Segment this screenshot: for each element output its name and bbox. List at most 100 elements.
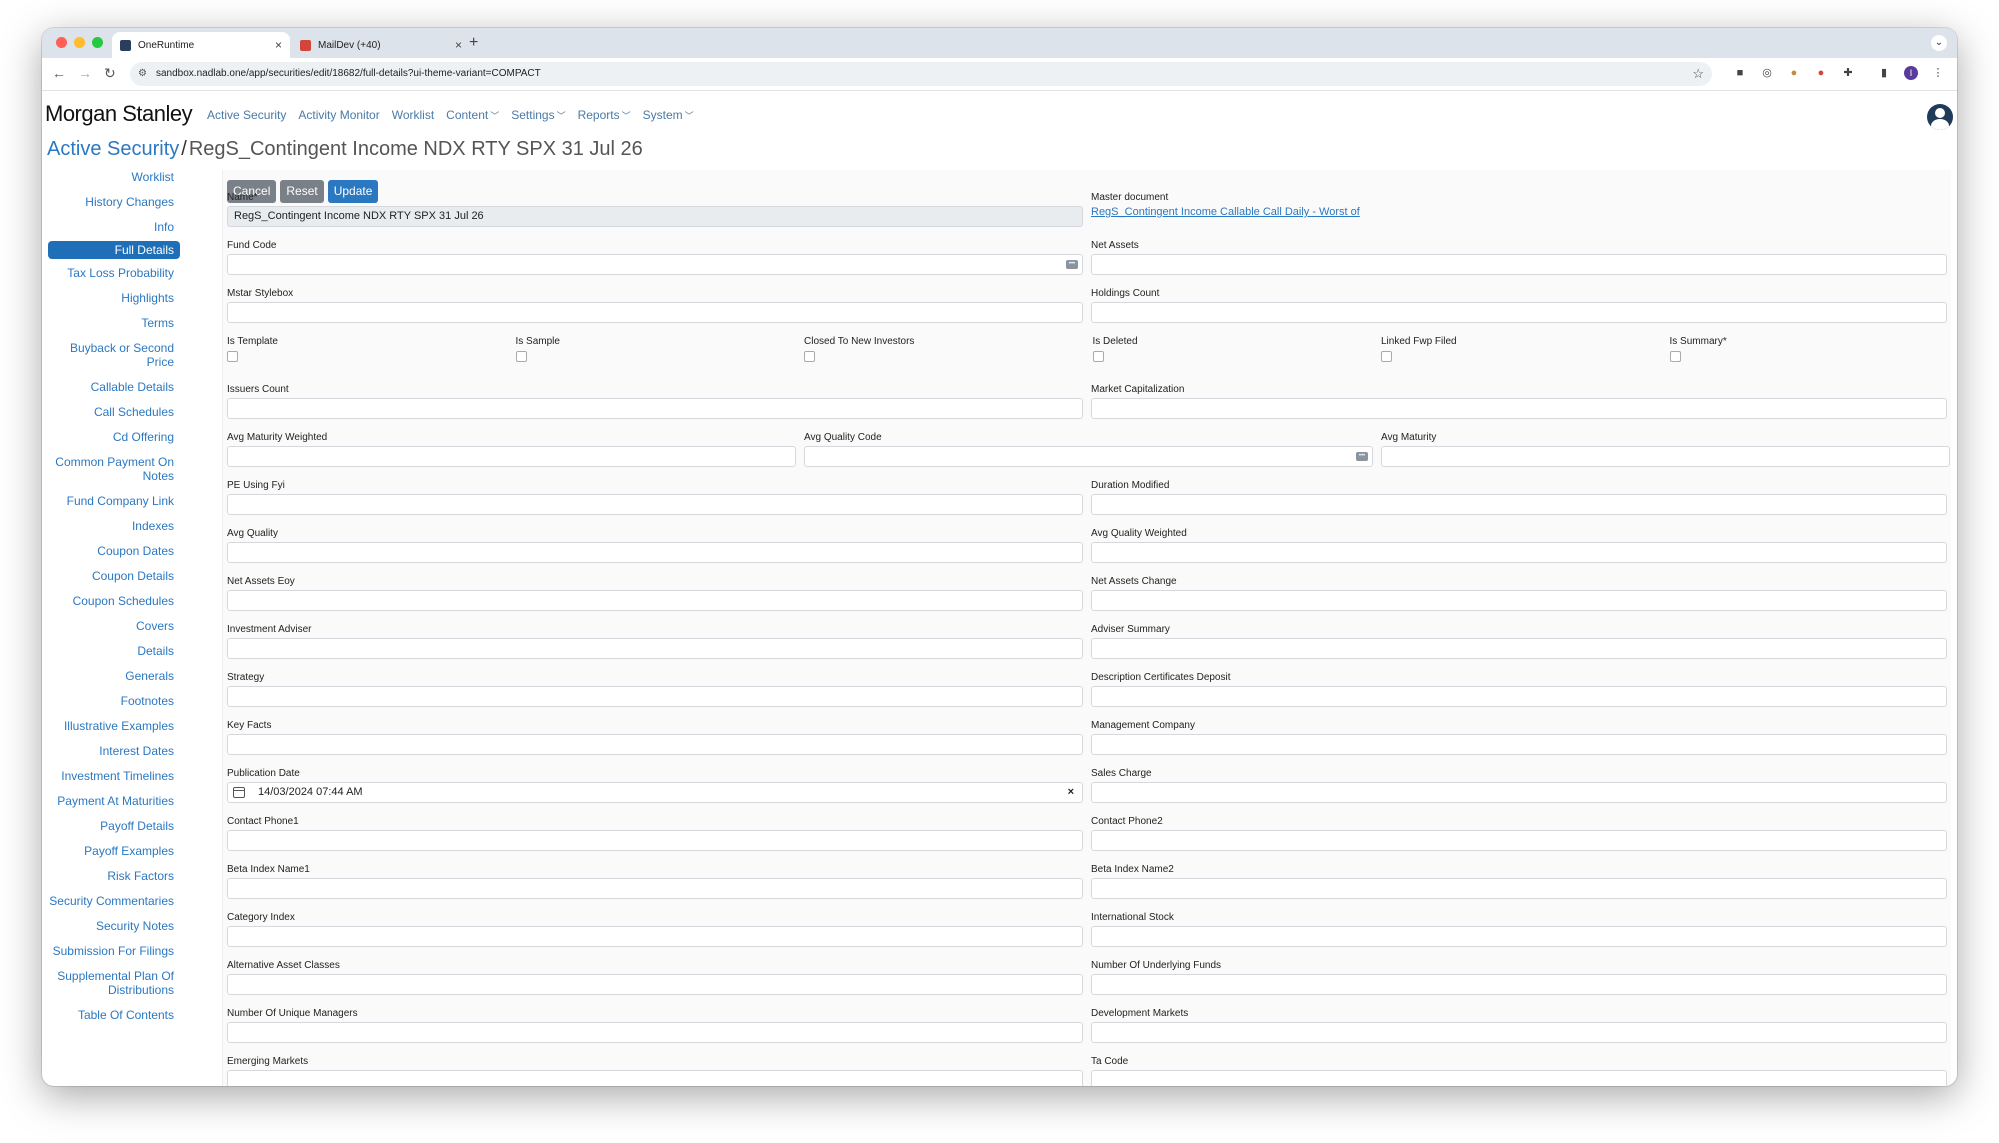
lookup-ellipsis-icon[interactable]: ••• <box>1356 452 1368 461</box>
clear-date-icon[interactable]: × <box>1068 783 1074 802</box>
sidebar-item-security-commentaries[interactable]: Security Commentaries <box>48 894 180 908</box>
is-summary-checkbox[interactable] <box>1669 351 1681 362</box>
extension-circle-icon[interactable]: ◎ <box>1760 66 1774 80</box>
avg-quality-weighted-input[interactable] <box>1091 542 1947 563</box>
avg-quality-input[interactable] <box>227 542 1083 563</box>
net-assets-change-input[interactable] <box>1091 590 1947 611</box>
breadcrumb-active-security[interactable]: Active Security <box>47 138 179 160</box>
strategy-input[interactable] <box>227 686 1083 707</box>
sidebar-item-history-changes[interactable]: History Changes <box>48 195 180 209</box>
duration-modified-input[interactable] <box>1091 494 1947 515</box>
net-assets-eoy-input[interactable] <box>227 590 1083 611</box>
emerging-markets-input[interactable] <box>227 1070 1083 1086</box>
user-avatar-icon[interactable] <box>1927 104 1953 130</box>
browser-menu-icon[interactable]: ⋮ <box>1931 66 1945 80</box>
number-of-underlying-funds-input[interactable] <box>1091 974 1947 995</box>
maximize-window-button[interactable] <box>92 37 103 48</box>
menu-item-worklist[interactable]: Worklist <box>392 108 434 122</box>
profile-avatar-icon[interactable]: I <box>1904 66 1918 80</box>
sidebar-item-fund-company-link[interactable]: Fund Company Link <box>48 494 180 508</box>
sidebar-item-worklist[interactable]: Worklist <box>48 170 180 184</box>
sidebar-item-supplemental-plan-of-distributions[interactable]: Supplemental Plan Of Distributions <box>48 969 180 997</box>
menu-item-active-security[interactable]: Active Security <box>207 108 286 122</box>
menu-item-content[interactable]: Content ﹀ <box>446 108 499 122</box>
close-window-button[interactable] <box>56 37 67 48</box>
reload-icon[interactable]: ↻ <box>104 65 116 82</box>
sidebar-item-coupon-dates[interactable]: Coupon Dates <box>48 544 180 558</box>
contact-phone2-input[interactable] <box>1091 830 1947 851</box>
sidebar-item-interest-dates[interactable]: Interest Dates <box>48 744 180 758</box>
sidebar-item-submission-for-filings[interactable]: Submission For Filings <box>48 944 180 958</box>
beta-index-name1-input[interactable] <box>227 878 1083 899</box>
sidebar-item-cd-offering[interactable]: Cd Offering <box>48 430 180 444</box>
closed-to-new-investors-checkbox[interactable] <box>804 351 815 362</box>
new-tab-icon[interactable]: + <box>469 34 478 52</box>
lookup-ellipsis-icon[interactable]: ••• <box>1066 260 1078 269</box>
sidebar-item-callable-details[interactable]: Callable Details <box>48 380 180 394</box>
calendar-icon[interactable] <box>233 787 245 798</box>
avg-maturity-input[interactable] <box>1381 446 1950 467</box>
back-arrow-icon[interactable]: ← <box>52 65 66 81</box>
issuers-count-input[interactable] <box>227 398 1083 419</box>
menu-item-system[interactable]: System ﹀ <box>643 108 694 122</box>
is-sample-checkbox[interactable] <box>515 351 527 362</box>
sidebar-item-table-of-contents[interactable]: Table Of Contents <box>48 1008 180 1022</box>
sidebar-item-generals[interactable]: Generals <box>48 669 180 683</box>
side-panel-icon[interactable]: ▮ <box>1877 66 1891 80</box>
bookmark-star-icon[interactable]: ☆ <box>1692 62 1704 86</box>
beta-index-name2-input[interactable] <box>1091 878 1947 899</box>
sidebar-item-payment-at-maturities[interactable]: Payment At Maturities <box>48 794 180 808</box>
sidebar-item-payoff-details[interactable]: Payoff Details <box>48 819 180 833</box>
browser-tab-oneruntime[interactable]: OneRuntime × <box>112 32 290 58</box>
ta-code-input[interactable] <box>1091 1070 1947 1086</box>
publication-date-input[interactable]: 14/03/2024 07:44 AM × <box>227 782 1083 803</box>
sidebar-item-coupon-details[interactable]: Coupon Details <box>48 569 180 583</box>
forward-arrow-icon[interactable]: → <box>78 65 92 81</box>
master-document-link[interactable]: RegS_Contingent Income Callable Call Dai… <box>1091 206 1947 218</box>
sidebar-item-security-notes[interactable]: Security Notes <box>48 919 180 933</box>
extension-fox-icon[interactable]: ● <box>1787 66 1801 80</box>
minimize-window-button[interactable] <box>74 37 85 48</box>
is-deleted-checkbox[interactable] <box>1092 351 1104 362</box>
holdings-count-input[interactable] <box>1091 302 1947 323</box>
sidebar-item-payoff-examples[interactable]: Payoff Examples <box>48 844 180 858</box>
sidebar-item-full-details[interactable]: Full Details <box>48 241 180 259</box>
avg-maturity-weighted-input[interactable] <box>227 446 796 467</box>
brand-logo[interactable]: Morgan Stanley <box>45 101 193 127</box>
sidebar-item-common-payment-on-notes[interactable]: Common Payment On Notes <box>48 455 180 483</box>
fund-code-input[interactable]: ••• <box>227 254 1083 275</box>
sidebar-item-coupon-schedules[interactable]: Coupon Schedules <box>48 594 180 608</box>
pe-using-fyi-input[interactable] <box>227 494 1083 515</box>
category-index-input[interactable] <box>227 926 1083 947</box>
net-assets-input[interactable] <box>1091 254 1947 275</box>
sidebar-item-indexes[interactable]: Indexes <box>48 519 180 533</box>
sidebar-item-footnotes[interactable]: Footnotes <box>48 694 180 708</box>
key-facts-input[interactable] <box>227 734 1083 755</box>
avg-quality-code-input[interactable]: ••• <box>804 446 1373 467</box>
close-tab-icon[interactable]: × <box>455 38 462 52</box>
sidebar-item-buyback-or-second-price[interactable]: Buyback or Second Price <box>48 341 180 369</box>
contact-phone1-input[interactable] <box>227 830 1083 851</box>
site-settings-icon[interactable]: ⚙ <box>138 62 147 86</box>
investment-adviser-input[interactable] <box>227 638 1083 659</box>
description-certificates-deposit-input[interactable] <box>1091 686 1947 707</box>
sidebar-item-details[interactable]: Details <box>48 644 180 658</box>
sales-charge-input[interactable] <box>1091 782 1947 803</box>
development-markets-input[interactable] <box>1091 1022 1947 1043</box>
sidebar-item-risk-factors[interactable]: Risk Factors <box>48 869 180 883</box>
management-company-input[interactable] <box>1091 734 1947 755</box>
sidebar-item-info[interactable]: Info <box>48 220 180 234</box>
is-template-checkbox[interactable] <box>227 351 238 362</box>
sidebar-item-highlights[interactable]: Highlights <box>48 291 180 305</box>
menu-item-activity-monitor[interactable]: Activity Monitor <box>298 108 379 122</box>
browser-tab-maildev[interactable]: MailDev (+40) × <box>292 32 470 58</box>
linked-fwp-filed-checkbox[interactable] <box>1381 351 1392 362</box>
sidebar-item-tax-loss-probability[interactable]: Tax Loss Probability <box>48 266 180 280</box>
sidebar-item-investment-timelines[interactable]: Investment Timelines <box>48 769 180 783</box>
international-stock-input[interactable] <box>1091 926 1947 947</box>
sidebar-item-illustrative-examples[interactable]: Illustrative Examples <box>48 719 180 733</box>
sidebar-item-terms[interactable]: Terms <box>48 316 180 330</box>
close-tab-icon[interactable]: × <box>275 38 282 52</box>
mstar-stylebox-input[interactable] <box>227 302 1083 323</box>
number-of-unique-managers-input[interactable] <box>227 1022 1083 1043</box>
